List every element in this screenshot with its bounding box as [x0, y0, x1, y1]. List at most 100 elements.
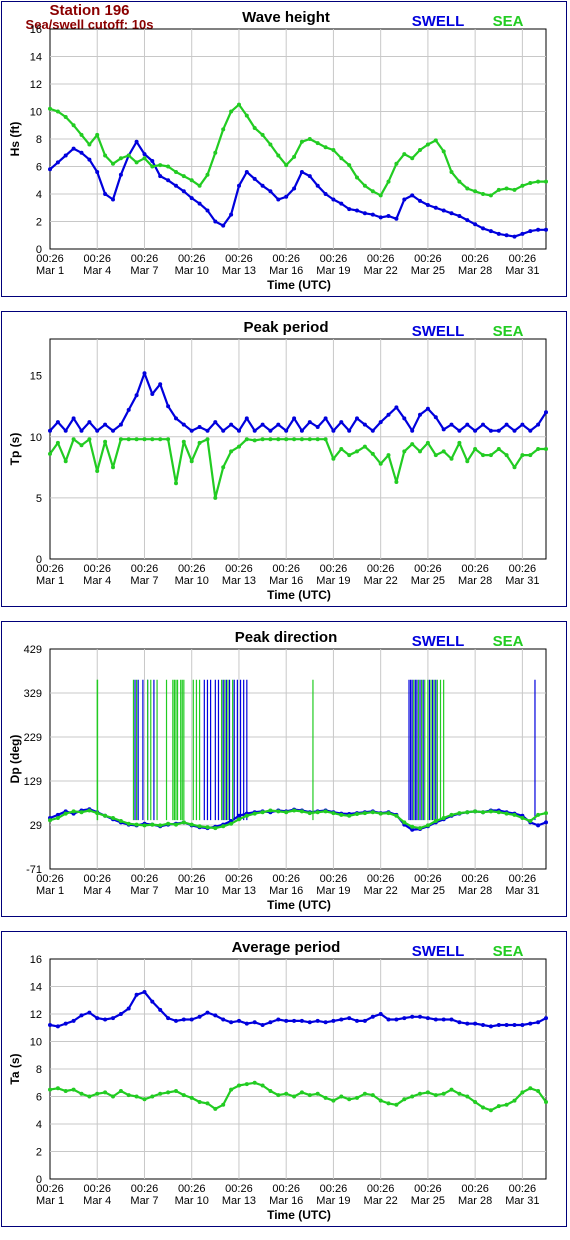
- sea-point: [528, 1086, 533, 1091]
- sea-point: [299, 1090, 304, 1095]
- x-tick-time: 00:26: [320, 1183, 348, 1195]
- swell-point: [134, 992, 139, 997]
- legend-sea: SEA: [493, 633, 524, 650]
- sea-point: [433, 138, 438, 143]
- x-tick-time: 00:26: [36, 873, 64, 885]
- sea-point: [111, 465, 115, 470]
- swell-point: [221, 1017, 226, 1022]
- swell-point: [544, 410, 548, 415]
- swell-point: [284, 1018, 289, 1023]
- x-tick-date: Mar 7: [130, 575, 158, 587]
- swell-point: [244, 170, 249, 174]
- legend-swell: SWELL: [412, 13, 465, 30]
- sea-point: [441, 816, 446, 820]
- x-tick-date: Mar 22: [364, 1195, 398, 1207]
- swell-point: [252, 176, 257, 181]
- swell-point: [103, 1017, 108, 1022]
- sea-point: [504, 453, 509, 458]
- sea-point: [79, 132, 84, 137]
- swell-point: [402, 416, 407, 421]
- sea-point: [134, 437, 139, 442]
- swell-point: [457, 214, 462, 218]
- x-tick-time: 00:26: [178, 563, 206, 575]
- swell-point: [386, 1017, 391, 1022]
- sea-point: [244, 813, 249, 818]
- swell-point: [339, 201, 344, 206]
- sea-point: [544, 1100, 548, 1104]
- swell-point: [473, 1021, 478, 1026]
- swell-point: [386, 412, 391, 417]
- swell-point: [299, 428, 304, 433]
- sea-point: [299, 809, 304, 814]
- sea-point: [378, 811, 383, 816]
- sea-point: [433, 819, 438, 823]
- x-tick-date: Mar 4: [83, 265, 111, 277]
- legend-sea: SEA: [493, 13, 524, 30]
- sea-point: [339, 812, 344, 817]
- x-tick-date: Mar 25: [411, 885, 445, 897]
- sea-point: [284, 437, 289, 442]
- sea-point: [111, 1094, 115, 1099]
- swell-point: [268, 428, 273, 433]
- x-axis-label: Time (UTC): [267, 1208, 331, 1222]
- swell-point: [292, 1018, 297, 1023]
- swell-point: [142, 990, 147, 994]
- x-tick-date: Mar 28: [458, 885, 492, 897]
- swell-point: [213, 219, 218, 224]
- swell-point: [457, 428, 462, 433]
- sea-point: [496, 810, 501, 815]
- x-tick-date: Mar 1: [36, 575, 64, 587]
- sea-point: [197, 1100, 202, 1104]
- sea-point: [276, 153, 281, 158]
- swell-point: [126, 1006, 131, 1011]
- swell-point: [544, 1016, 548, 1021]
- sea-point: [323, 809, 328, 814]
- x-tick-time: 00:26: [36, 1183, 64, 1195]
- x-tick-time: 00:26: [272, 873, 300, 885]
- x-tick-date: Mar 25: [411, 1195, 445, 1207]
- sea-point: [221, 824, 226, 829]
- swell-point: [512, 1023, 517, 1027]
- sea-point: [126, 821, 131, 826]
- sea-point: [174, 1089, 178, 1093]
- sea-point: [48, 106, 52, 111]
- sea-point: [237, 444, 241, 449]
- swell-point: [528, 1021, 533, 1026]
- sea-point: [496, 447, 501, 451]
- swell-point: [465, 218, 470, 223]
- wave-height-chart: 024681012141600:26Mar 100:26Mar 400:26Ma…: [8, 9, 548, 292]
- y-tick-label: 15: [30, 371, 42, 383]
- swell-point: [95, 428, 100, 433]
- chart-title: Wave height: [242, 9, 330, 26]
- swell-point: [158, 174, 163, 179]
- sea-point: [150, 164, 155, 169]
- swell-point: [323, 192, 328, 196]
- y-axis-label: Ta (s): [8, 1053, 22, 1084]
- swell-point: [118, 172, 123, 177]
- swell-point: [386, 214, 391, 218]
- swell-point: [71, 146, 76, 151]
- sea-point: [229, 1087, 234, 1092]
- sea-point: [347, 813, 352, 818]
- sea-point: [339, 156, 344, 161]
- sea-point: [544, 179, 548, 184]
- sea-point: [95, 132, 100, 137]
- sea-point: [189, 1095, 194, 1100]
- swell-point: [87, 157, 92, 162]
- sea-point: [544, 811, 548, 816]
- x-axis-label: Time (UTC): [267, 278, 331, 292]
- x-tick-date: Mar 19: [316, 1195, 350, 1207]
- sea-point: [362, 811, 367, 816]
- sea-point: [315, 141, 320, 146]
- x-tick-time: 00:26: [225, 1183, 253, 1195]
- sea-point: [71, 809, 76, 814]
- swell-point: [520, 1023, 525, 1027]
- x-tick-time: 00:26: [509, 253, 537, 265]
- swell-point: [126, 407, 131, 412]
- swell-point: [378, 215, 383, 220]
- x-tick-date: Mar 19: [316, 575, 350, 587]
- y-tick-label: 12: [30, 79, 42, 91]
- sea-point: [181, 439, 186, 444]
- x-tick-time: 00:26: [367, 873, 395, 885]
- swell-point: [347, 1016, 352, 1021]
